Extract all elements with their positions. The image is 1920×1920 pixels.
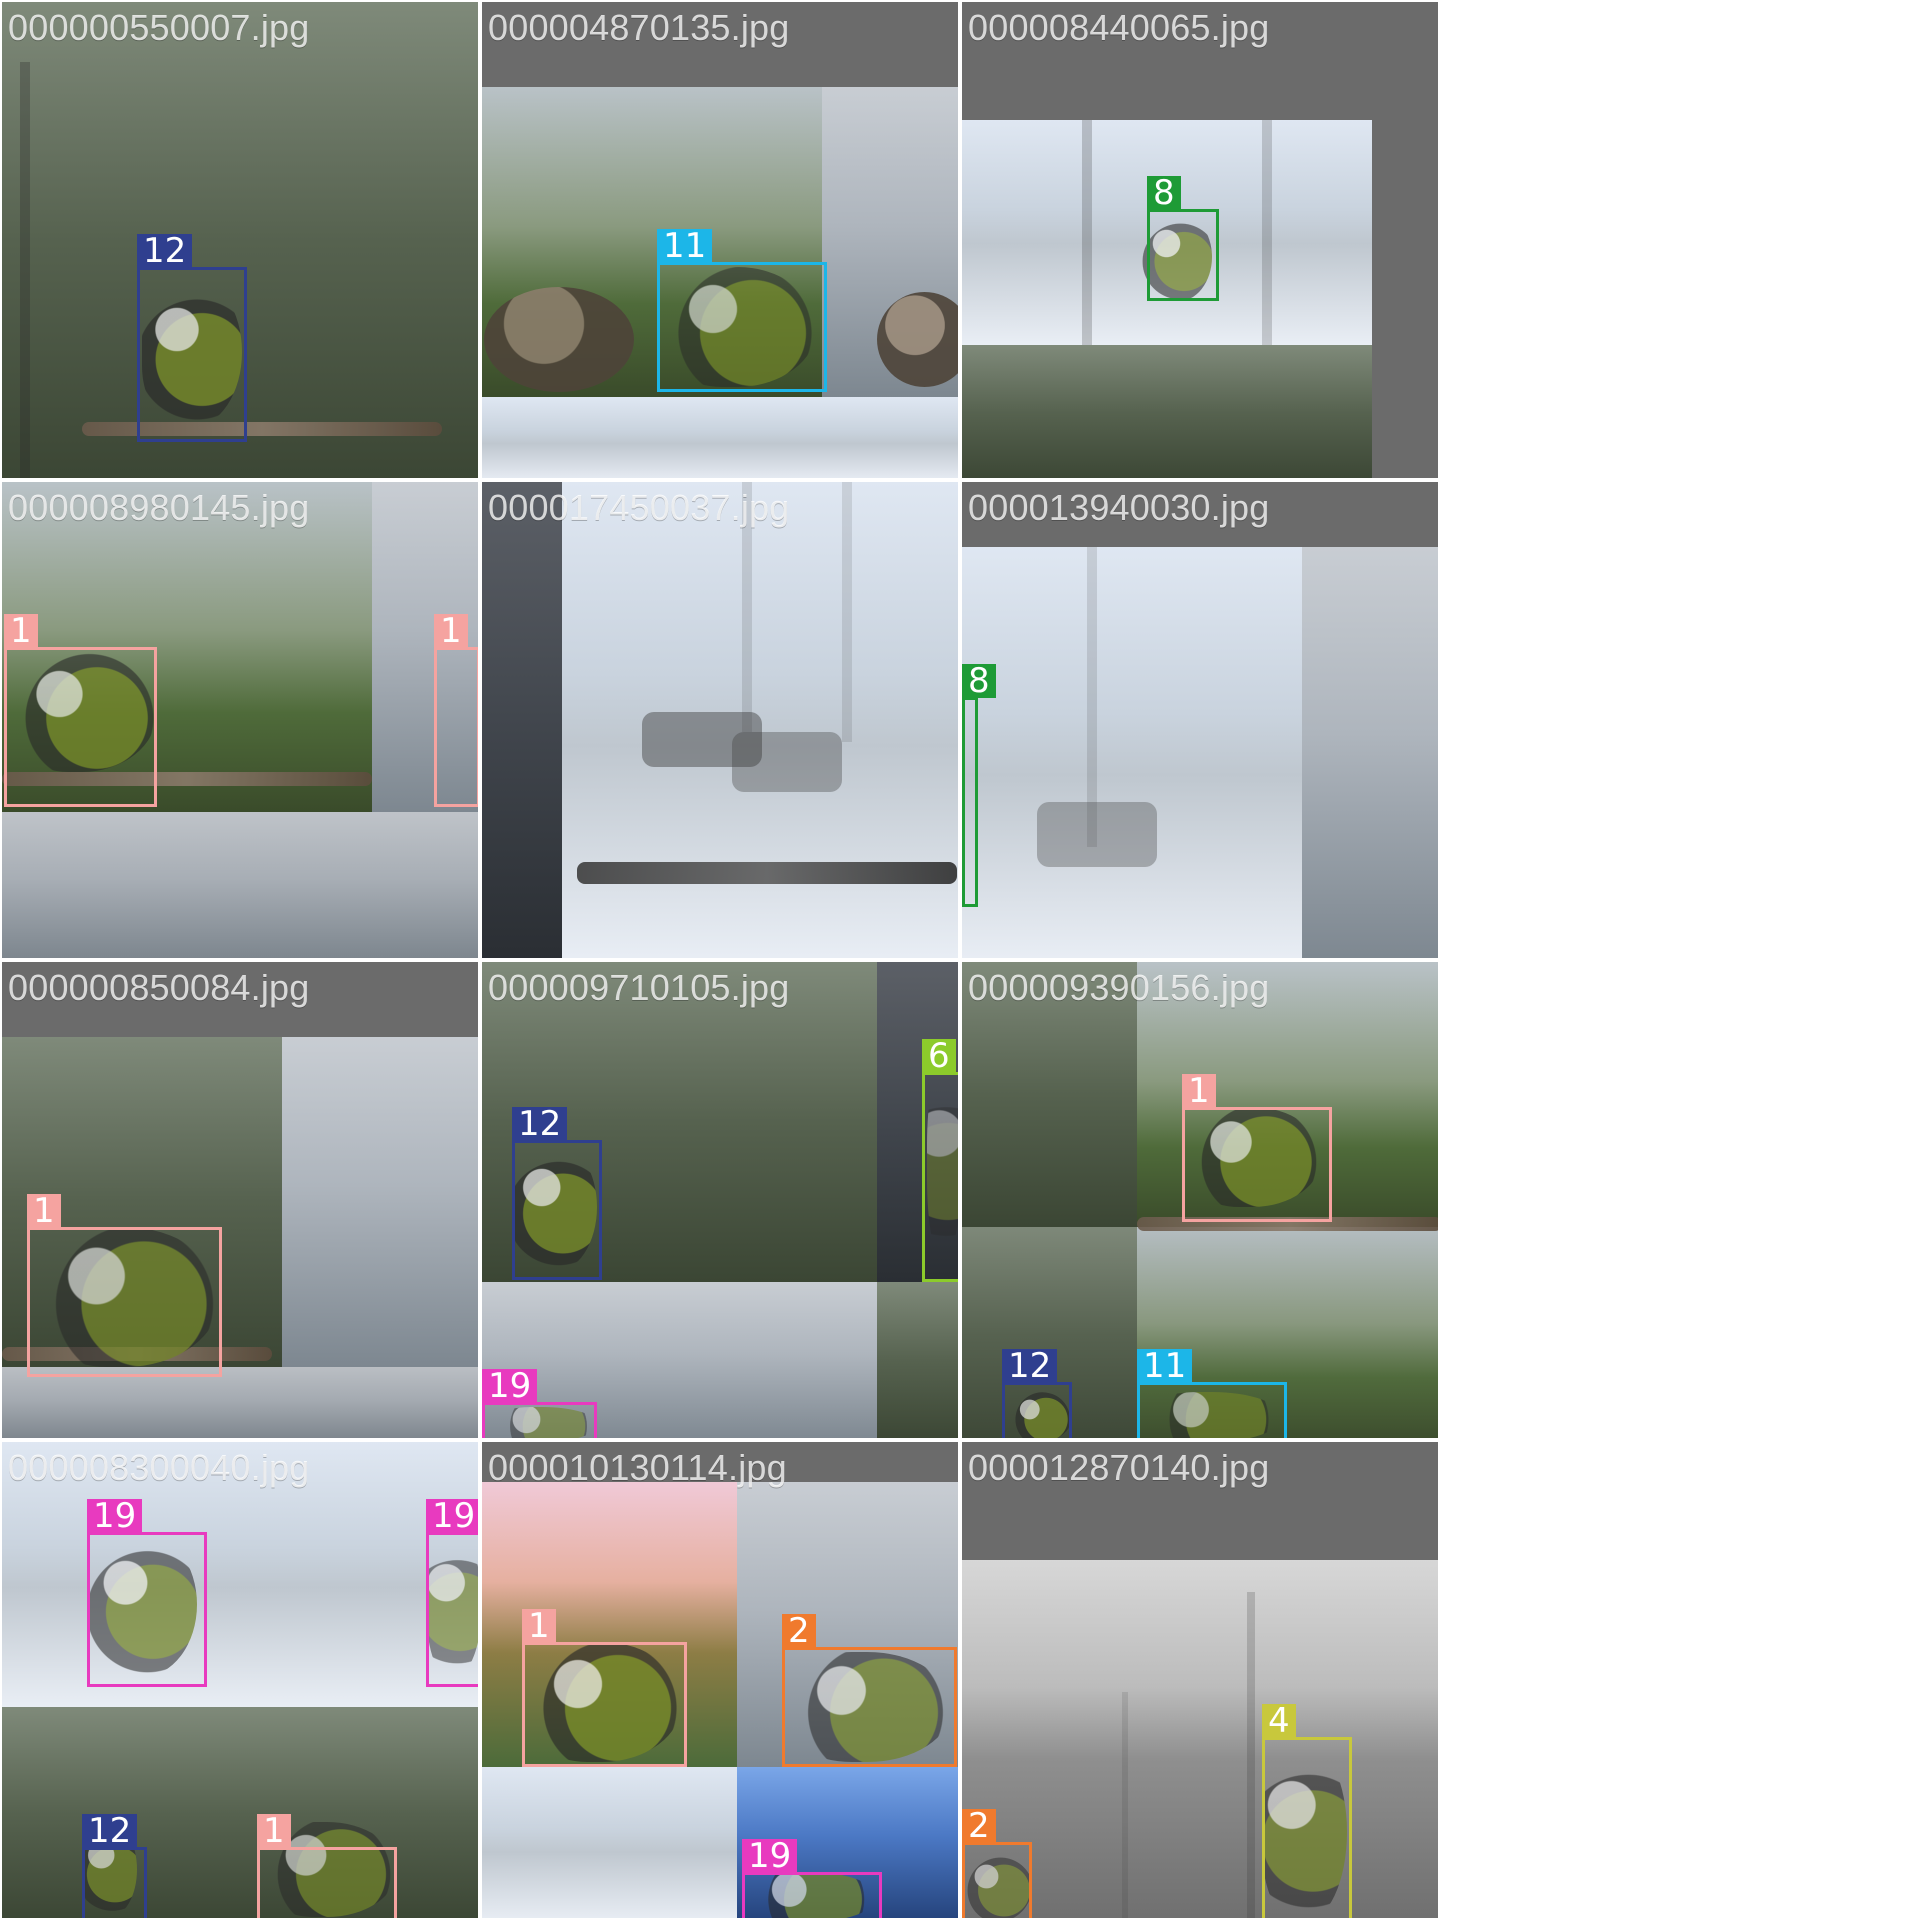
detection-box: 19	[426, 1499, 478, 1687]
detection-box: 6	[922, 1039, 958, 1282]
photo-panel	[2, 812, 478, 958]
detection-box: 19	[482, 1369, 597, 1438]
photo-panel	[962, 547, 1302, 958]
header-area	[2, 962, 478, 1037]
tree-trunk	[1262, 120, 1272, 345]
photo-panel	[2, 1367, 478, 1438]
detection-box: 1	[257, 1814, 397, 1918]
car	[1037, 802, 1157, 867]
perch	[577, 862, 957, 884]
photo-panel	[962, 345, 1372, 478]
photo-panel	[482, 1767, 737, 1918]
detection-box: 11	[1137, 1349, 1287, 1438]
tree-trunk	[742, 482, 752, 732]
detection-box: 12	[82, 1814, 147, 1918]
detection-label: 1	[4, 614, 38, 648]
image-grid: 000000550007.jpg 12 000004870135.jpg 11	[0, 0, 1440, 1440]
detection-label: 2	[962, 1809, 996, 1843]
detection-label: 8	[962, 664, 996, 698]
detection-box: 1	[522, 1609, 687, 1767]
photo-panel	[282, 1037, 478, 1367]
detection-label: 1	[434, 614, 468, 648]
detection-label: 12	[82, 1814, 138, 1848]
image-tile: 000004870135.jpg 11	[480, 0, 960, 480]
photo-panel	[2, 1442, 478, 1707]
image-tile: 000008980145.jpg 1 1	[0, 480, 480, 960]
detection-box: 8	[962, 664, 996, 907]
detection-label: 12	[137, 234, 193, 268]
image-tile: 000000550007.jpg 12	[0, 0, 480, 480]
detection-box: 8	[1147, 176, 1219, 301]
image-grid-row: 000008300040.jpg 19 19 12 1 000010130114…	[0, 1440, 1440, 1920]
tree-trunk	[20, 62, 30, 478]
photo-panel	[2, 1707, 478, 1918]
seed-ball	[484, 287, 634, 392]
detection-label: 12	[1002, 1349, 1058, 1383]
image-tile: 000013940030.jpg 8	[960, 480, 1440, 960]
detection-label: 19	[426, 1499, 478, 1533]
header-area	[482, 1442, 958, 1482]
detection-box: 12	[137, 234, 247, 442]
image-tile: 000008300040.jpg 19 19 12 1	[0, 1440, 480, 1920]
detection-label: 11	[1137, 1349, 1193, 1383]
photo-panel	[1372, 120, 1438, 478]
photo-panel	[962, 962, 1137, 1227]
photo-panel	[962, 1560, 1438, 1918]
image-tile: 000017450037.jpg	[480, 480, 960, 960]
detection-box: 12	[512, 1107, 602, 1280]
detection-label: 1	[27, 1194, 61, 1228]
detection-box: 12	[1002, 1349, 1072, 1438]
header-area	[482, 2, 958, 87]
tree-trunk	[1247, 1592, 1255, 1918]
detection-box: 4	[1262, 1704, 1352, 1918]
detection-box: 1	[4, 614, 157, 807]
photo-panel	[482, 482, 562, 958]
header-area	[962, 2, 1438, 120]
detection-box: 19	[742, 1839, 882, 1918]
detection-label: 1	[1182, 1074, 1216, 1108]
photo-panel	[482, 397, 958, 478]
image-tile: 000010130114.jpg 1 2 19	[480, 1440, 960, 1920]
detection-box: 1	[27, 1194, 222, 1377]
detection-label: 1	[522, 1609, 556, 1643]
tree-trunk	[1082, 120, 1092, 345]
trailer	[732, 732, 842, 792]
detection-label: 8	[1147, 176, 1181, 210]
detection-label: 4	[1262, 1704, 1296, 1738]
image-tile: 000008440065.jpg 8	[960, 0, 1440, 480]
header-area	[962, 1442, 1438, 1560]
detection-label: 1	[257, 1814, 291, 1848]
detection-label: 19	[87, 1499, 143, 1533]
detection-box: 1	[1182, 1074, 1332, 1222]
image-tile: 000012870140.jpg 2 4	[960, 1440, 1440, 1920]
detection-label: 11	[657, 229, 713, 263]
detection-label: 2	[782, 1614, 816, 1648]
tree-trunk	[842, 482, 852, 742]
photo-panel	[877, 1282, 958, 1438]
detection-box: 1	[434, 614, 478, 807]
image-tile: 000000850084.jpg 1	[0, 960, 480, 1440]
detection-label: 6	[922, 1039, 956, 1073]
image-tile: 000009710105.jpg 12 6 19	[480, 960, 960, 1440]
image-tile: 000009390156.jpg 1 12 11	[960, 960, 1440, 1440]
detection-box: 11	[657, 229, 827, 392]
photo-panel	[1302, 547, 1438, 958]
detection-box: 19	[87, 1499, 207, 1687]
branch	[82, 422, 442, 436]
header-area	[962, 482, 1438, 547]
detection-box: 2	[782, 1614, 957, 1767]
detection-box: 2	[962, 1809, 1032, 1918]
tree-trunk	[1122, 1692, 1128, 1918]
detection-label: 19	[482, 1369, 538, 1403]
detection-label: 12	[512, 1107, 568, 1141]
detection-label: 19	[742, 1839, 798, 1873]
